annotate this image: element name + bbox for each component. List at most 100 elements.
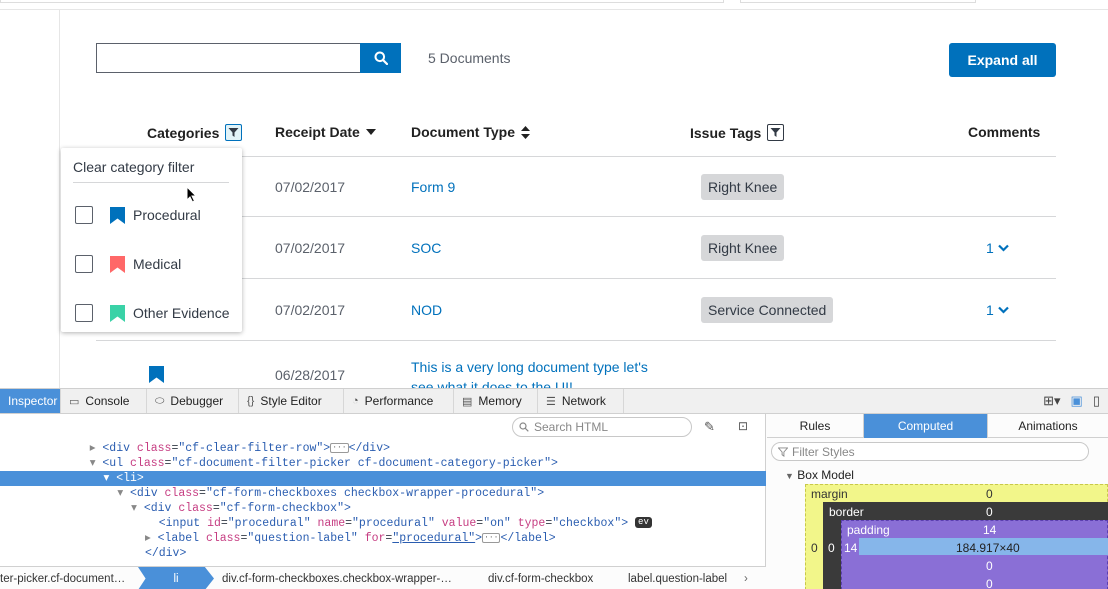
tab-computed[interactable]: Computed — [864, 414, 988, 438]
row-2-date: 07/02/2017 — [275, 240, 346, 256]
category-option-procedural[interactable]: Procedural — [75, 206, 201, 224]
padding-top-value[interactable]: 14 — [983, 523, 996, 537]
border-left-value[interactable]: 0 — [828, 541, 835, 555]
top-strip — [0, 0, 1108, 10]
tab-console[interactable]: ▭ Console — [61, 389, 147, 413]
margin-top-value[interactable]: 0 — [986, 487, 993, 501]
border-top-value[interactable]: 0 — [986, 505, 993, 519]
tab-memory-label: Memory — [478, 394, 522, 408]
tab-network[interactable]: ☰ Network — [538, 389, 624, 413]
header-receipt-date-label: Receipt Date — [275, 124, 360, 140]
breadcrumb-item[interactable]: div.cf-form-checkbox — [488, 567, 608, 589]
split-console-icon[interactable]: ▣ — [1071, 393, 1083, 409]
row-3-issue-tag: Service Connected — [701, 297, 834, 323]
chevron-right-icon[interactable]: › — [744, 567, 760, 589]
expand-all-button[interactable]: Expand all — [949, 43, 1056, 77]
clear-category-filter[interactable]: Clear category filter — [73, 159, 194, 175]
other-evidence-bookmark-icon — [110, 304, 125, 322]
document-count: 5 Documents — [428, 50, 511, 66]
header-comments-label: Comments — [968, 124, 1041, 140]
header-receipt-date[interactable]: Receipt Date — [275, 124, 376, 140]
breadcrumb-item[interactable]: ter-picker.cf-document… — [0, 567, 136, 589]
search-html-input[interactable]: Search HTML — [512, 417, 692, 437]
row-1-doc-type-link[interactable]: Form 9 — [411, 179, 455, 195]
tab-inspector-label: Inspector — [8, 394, 58, 408]
sidebar-toggle-icon[interactable]: ⊡ — [738, 419, 748, 433]
content-size-value[interactable]: 184.917×40 — [956, 541, 1020, 555]
border-bottom-value[interactable]: 0 — [986, 577, 993, 589]
funnel-icon — [770, 128, 781, 137]
top-box-left — [0, 0, 724, 3]
other-evidence-checkbox[interactable] — [75, 304, 93, 322]
padding-bottom-value[interactable]: 0 — [986, 559, 993, 573]
category-option-medical[interactable]: Medical — [75, 255, 181, 273]
computed-side-panel: Rules Computed Animations Filter Styles … — [767, 414, 1108, 589]
search-icon — [519, 422, 529, 432]
performance-icon: ◔ — [352, 395, 359, 407]
breadcrumb-item[interactable]: div.cf-form-checkboxes.checkbox-wrapper-… — [222, 567, 468, 589]
margin-left-value[interactable]: 0 — [811, 541, 818, 555]
header-issue-tags-label: Issue Tags — [690, 124, 762, 141]
event-badge[interactable]: ev — [635, 517, 652, 529]
header-comments: Comments — [968, 124, 1040, 140]
row-2-doc-type-link[interactable]: SOC — [411, 240, 441, 256]
tab-inspector[interactable]: Inspector — [0, 389, 61, 413]
tab-rules[interactable]: Rules — [767, 414, 864, 438]
header-categories: Categories — [147, 124, 243, 141]
padding-label: padding — [847, 523, 890, 537]
row-2-comments-toggle[interactable]: 1 — [986, 240, 1009, 256]
row-4-doc-type-link[interactable]: This is a very long document type let's … — [411, 357, 671, 388]
markup-line[interactable]: ▾ <div class="cf-form-checkboxes checkbo… — [0, 486, 766, 501]
padding-left-value[interactable]: 14 — [844, 541, 857, 555]
filter-styles-placeholder: Filter Styles — [792, 444, 855, 459]
tab-console-label: Console — [85, 394, 130, 408]
filter-styles-input[interactable]: Filter Styles — [771, 442, 1089, 461]
top-box-right — [740, 0, 976, 3]
markup-line[interactable]: ▸ <label class="question-label" for="pro… — [0, 531, 766, 546]
markup-line[interactable]: ▾ <ul class="cf-document-filter-picker c… — [0, 456, 766, 471]
devtools-panel: Inspector ▭ Console ⬭ Debugger {} Style … — [0, 388, 1108, 589]
procedural-bookmark-icon — [110, 206, 125, 224]
search-button[interactable] — [360, 43, 401, 73]
row-3-doc-type-link[interactable]: NOD — [411, 302, 442, 318]
markup-line[interactable]: ▸ <div class="cf-clear-filter-row"> ··· </… — [0, 441, 766, 456]
tab-debugger[interactable]: ⬭ Debugger — [147, 389, 239, 413]
header-categories-label: Categories — [147, 124, 220, 141]
search-input[interactable] — [96, 43, 361, 73]
layout-icon[interactable]: ⊞▾ — [1043, 393, 1060, 409]
markup-line[interactable]: </div> — [0, 546, 766, 561]
tab-debugger-label: Debugger — [170, 394, 224, 408]
row-1-date: 07/02/2017 — [275, 179, 346, 195]
responsive-mode-icon[interactable]: ▯ — [1093, 393, 1100, 409]
disclosure-triangle-icon: ▼ — [785, 471, 794, 481]
devtools-tab-bar: Inspector ▭ Console ⬭ Debugger {} Style … — [0, 389, 1108, 414]
box-model-header[interactable]: ▼ Box Model — [785, 468, 854, 482]
network-icon: ☰ — [546, 395, 556, 408]
row-3-comment-count: 1 — [986, 302, 994, 318]
breadcrumb-item[interactable]: label.question-label — [628, 567, 738, 589]
memory-icon: ▤ — [462, 395, 473, 408]
html-markup-panel: Search HTML ✎ ⊡ ▸ <div class="cf-clear-f… — [0, 414, 766, 589]
category-filter-icon[interactable] — [225, 124, 243, 141]
markup-line-selected[interactable]: ▾ <li> — [0, 471, 766, 486]
row-2-comment-count: 1 — [986, 240, 994, 256]
medical-checkbox[interactable] — [75, 255, 93, 273]
tab-animations[interactable]: Animations — [988, 414, 1108, 438]
markup-line[interactable]: <input id="procedural" name="procedural"… — [0, 516, 766, 531]
category-option-other-evidence[interactable]: Other Evidence — [75, 304, 230, 322]
header-document-type-label: Document Type — [411, 124, 515, 140]
row-2-issue-tag: Right Knee — [701, 235, 785, 261]
sort-down-icon — [365, 129, 376, 135]
eyedropper-icon[interactable]: ✎ — [704, 419, 715, 435]
header-document-type[interactable]: Document Type — [411, 124, 530, 140]
tab-style-editor[interactable]: {} Style Editor — [239, 389, 344, 413]
row-3-date: 07/02/2017 — [275, 302, 346, 318]
procedural-checkbox[interactable] — [75, 206, 93, 224]
tab-memory[interactable]: ▤ Memory — [454, 389, 538, 413]
tab-performance[interactable]: ◔ Performance — [344, 389, 454, 413]
row-3-comments-toggle[interactable]: 1 — [986, 302, 1009, 318]
markup-line[interactable]: ▾ <div class="cf-form-checkbox"> — [0, 501, 766, 516]
breadcrumb-item-selected[interactable]: li — [138, 567, 214, 589]
row-divider — [96, 340, 1056, 341]
issue-tags-filter-icon[interactable] — [767, 124, 785, 141]
